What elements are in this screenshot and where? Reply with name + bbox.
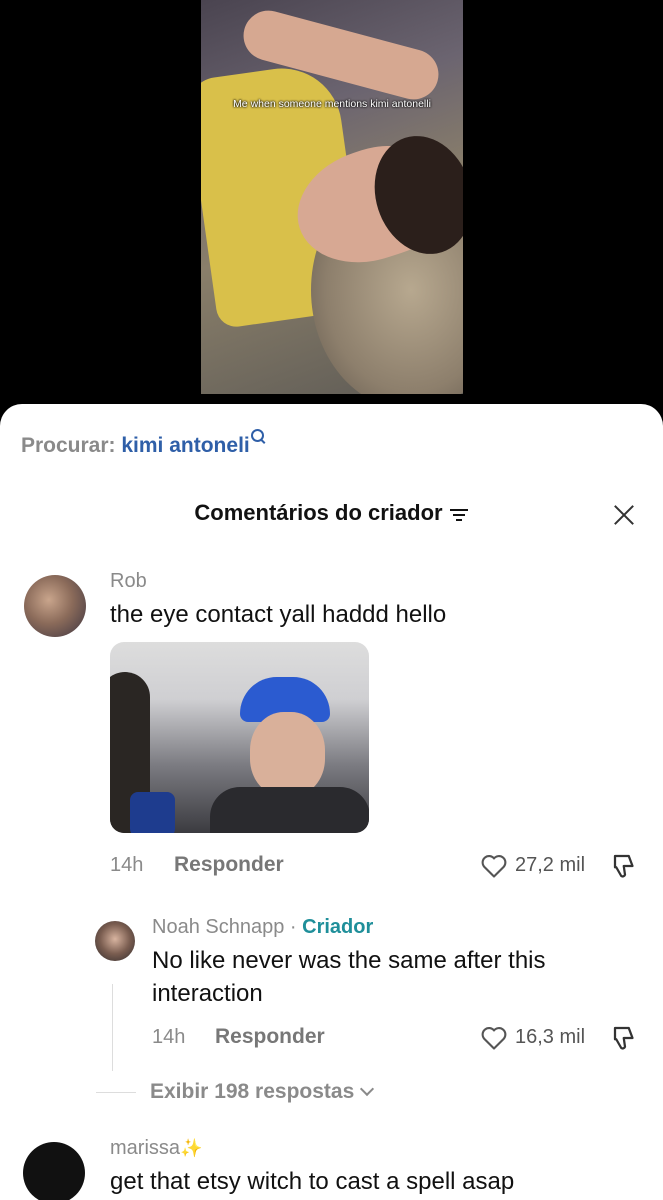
avatar-noah[interactable]	[95, 921, 135, 961]
reply-button[interactable]: Responder	[215, 1025, 325, 1049]
creator-badge: Criador	[302, 916, 374, 938]
close-icon[interactable]	[611, 502, 637, 528]
heart-icon[interactable]	[480, 1025, 508, 1051]
sparkle-icon: ✨	[180, 1138, 203, 1158]
avatar-marissa[interactable]	[23, 1142, 85, 1200]
comment-image[interactable]	[110, 642, 369, 833]
image-face	[250, 712, 325, 797]
comment-time: 14h	[110, 854, 144, 876]
video-caption: Me when someone mentions kimi antonelli	[233, 98, 431, 110]
search-icon	[250, 429, 264, 442]
comment-username[interactable]: marissa	[110, 1137, 180, 1159]
separator-dot: ·	[289, 916, 297, 938]
reply-button[interactable]: Responder	[174, 853, 284, 877]
filter-icon[interactable]	[449, 507, 469, 522]
image-mic	[130, 792, 175, 833]
comments-sheet: Procurar: kimi antoneli Comentários do c…	[0, 404, 663, 1200]
reply-thread-line	[112, 984, 113, 1071]
panel-title-text: Comentários do criador	[194, 500, 443, 525]
video-player[interactable]: Me when someone mentions kimi antonelli	[201, 0, 463, 394]
reply-username[interactable]: Noah Schnapp	[152, 916, 284, 938]
search-label: Procurar:	[21, 434, 116, 457]
comment-text: the eye contact yall haddd hello	[110, 601, 447, 628]
dislike-icon[interactable]	[610, 1023, 640, 1053]
comment-text: get that etsy witch to cast a spell asap	[110, 1168, 515, 1195]
reply-username-line: Noah Schnapp · Criador	[152, 916, 373, 939]
divider	[96, 1092, 136, 1093]
comment-username[interactable]: Rob	[110, 570, 147, 593]
heart-icon[interactable]	[480, 853, 508, 879]
search-term[interactable]: kimi antoneli	[121, 434, 249, 457]
like-count: 16,3 mil	[515, 1026, 586, 1048]
search-suggestion[interactable]: Procurar: kimi antoneli	[21, 429, 264, 458]
reply-time: 14h	[152, 1026, 186, 1048]
dislike-icon[interactable]	[610, 851, 640, 881]
chevron-down-icon	[360, 1081, 375, 1097]
panel-title: Comentários do criador	[0, 500, 663, 526]
comment-username-line: marissa✨	[110, 1137, 202, 1160]
view-replies-label: Exibir 198 respostas	[150, 1080, 355, 1103]
like-count: 27,2 mil	[515, 854, 586, 876]
view-replies-button[interactable]: Exibir 198 respostas	[150, 1080, 375, 1104]
reply-text: No like never was the same after this in…	[152, 947, 546, 1007]
image-shirt	[210, 787, 369, 833]
avatar-rob[interactable]	[24, 575, 86, 637]
